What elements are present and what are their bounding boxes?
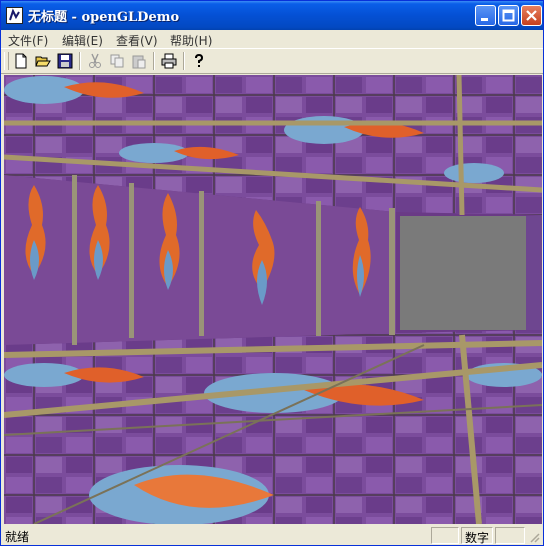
- save-button[interactable]: [55, 52, 75, 70]
- new-icon: [15, 53, 27, 69]
- toolbar-grip[interactable]: [4, 52, 9, 70]
- paste-button[interactable]: [129, 52, 149, 70]
- save-icon: [57, 53, 73, 69]
- maximize-button[interactable]: [498, 5, 519, 26]
- menu-file[interactable]: 文件(F): [8, 32, 48, 49]
- opengl-viewport[interactable]: [4, 75, 542, 524]
- num-indicator: 数字: [465, 531, 490, 545]
- menu-edit[interactable]: 编辑(E): [62, 32, 103, 49]
- open-icon: [35, 56, 51, 67]
- close-button[interactable]: [521, 5, 542, 26]
- cut-button[interactable]: [85, 52, 105, 70]
- application-window: 无标题 - openGLDemo 文件(F) 编辑(E) 查看(V) 帮助(H): [0, 0, 544, 546]
- toolbar-separator: [79, 52, 81, 70]
- window-title: 无标题 - openGLDemo: [28, 10, 180, 25]
- status-pane-scroll: [495, 527, 525, 544]
- toolbar-separator: [153, 52, 155, 70]
- print-button[interactable]: [159, 52, 179, 70]
- status-bar: 就绪 数字: [1, 526, 543, 546]
- new-button[interactable]: [11, 52, 31, 70]
- menu-bar: 文件(F) 编辑(E) 查看(V) 帮助(H): [1, 30, 543, 48]
- copy-button[interactable]: [107, 52, 127, 70]
- menu-help[interactable]: 帮助(H): [170, 32, 212, 49]
- help-button[interactable]: [189, 52, 209, 70]
- toolbar-separator: [183, 52, 185, 70]
- print-icon: [161, 53, 177, 69]
- status-pane-caps: [431, 527, 459, 544]
- cut-icon: [89, 53, 101, 68]
- menu-view[interactable]: 查看(V): [116, 32, 158, 49]
- status-pane-num: 数字: [461, 527, 493, 545]
- title-bar[interactable]: 无标题 - openGLDemo: [1, 1, 543, 30]
- help-icon: [195, 53, 204, 67]
- paste-icon: [132, 55, 146, 69]
- toolbar: [1, 48, 543, 74]
- minimize-button[interactable]: [475, 5, 496, 26]
- status-text: 就绪: [5, 530, 30, 544]
- copy-icon: [110, 54, 124, 68]
- app-icon[interactable]: [6, 7, 23, 24]
- open-button[interactable]: [33, 52, 53, 70]
- resize-grip-icon[interactable]: [528, 531, 540, 543]
- stained-glass-scene: [4, 75, 542, 524]
